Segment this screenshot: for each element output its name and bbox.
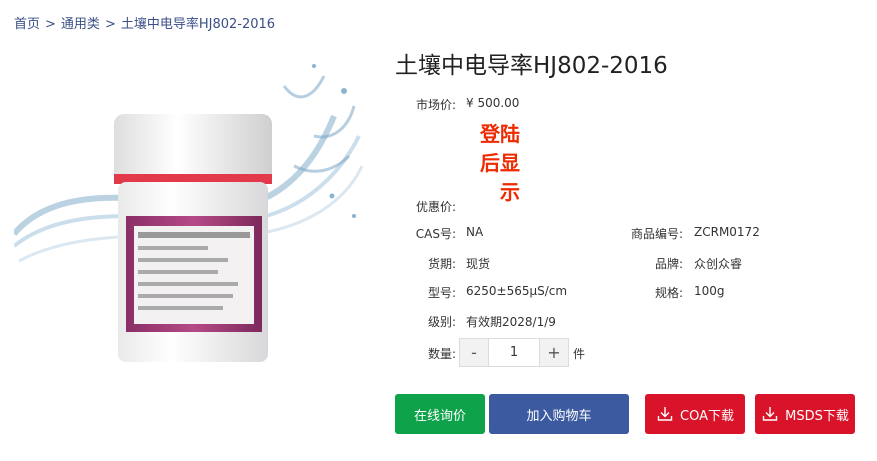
sku-value: ZCRM0172 bbox=[694, 225, 760, 239]
model-label: 型号: bbox=[427, 286, 456, 300]
breadcrumb-separator: > bbox=[104, 17, 116, 32]
breadcrumb-category[interactable]: 通用类 bbox=[61, 17, 100, 32]
quantity-increase-button[interactable]: + bbox=[540, 339, 568, 366]
sku-label: 商品编号: bbox=[630, 227, 683, 241]
download-icon bbox=[762, 407, 778, 421]
cas-label: CAS号: bbox=[415, 227, 456, 241]
quantity-unit: 件 bbox=[573, 347, 586, 361]
breadcrumb-home[interactable]: 首页 bbox=[14, 17, 40, 32]
grade-label: 级别: bbox=[427, 315, 456, 329]
grade-value: 有效期2028/1/9 bbox=[466, 315, 556, 329]
quantity-label: 数量: bbox=[427, 347, 456, 361]
discount-price-label: 优惠价: bbox=[415, 200, 456, 214]
coa-download-button[interactable]: COA下载 bbox=[645, 394, 745, 434]
market-price-label: 市场价: bbox=[415, 98, 456, 112]
breadcrumb-current[interactable]: 土壤中电导率HJ802-2016 bbox=[121, 17, 275, 32]
cas-value: NA bbox=[466, 225, 484, 239]
msds-download-button[interactable]: MSDS下载 bbox=[755, 394, 855, 434]
download-icon bbox=[657, 407, 673, 421]
online-inquiry-label: 在线询价 bbox=[413, 408, 466, 424]
brand-value: 众创众睿 bbox=[694, 257, 743, 271]
stock-label: 货期: bbox=[427, 257, 456, 271]
login-to-view-note: 登陆后显示 bbox=[480, 122, 520, 204]
breadcrumb-separator: > bbox=[45, 17, 56, 32]
spec-value: 100g bbox=[694, 284, 725, 298]
quantity-decrease-button[interactable]: - bbox=[460, 339, 488, 366]
market-price: ¥ 500.00 bbox=[466, 96, 520, 110]
product-title: 土壤中电导率HJ802-2016 bbox=[395, 53, 668, 79]
spec-label: 规格: bbox=[654, 286, 683, 300]
msds-download-label: MSDS下载 bbox=[785, 408, 849, 424]
quantity-input[interactable] bbox=[488, 339, 540, 366]
add-to-cart-button[interactable]: 加入购物车 bbox=[489, 394, 629, 434]
add-to-cart-label: 加入购物车 bbox=[526, 408, 592, 424]
breadcrumb: 首页 > 通用类 > 土壤中电导率HJ802-2016 bbox=[14, 13, 275, 32]
online-inquiry-button[interactable]: 在线询价 bbox=[395, 394, 485, 434]
coa-download-label: COA下载 bbox=[680, 408, 734, 424]
product-image bbox=[14, 64, 364, 362]
model-value: 6250±565μS/cm bbox=[466, 284, 568, 298]
brand-label: 品牌: bbox=[654, 257, 683, 271]
stock-value: 现货 bbox=[466, 257, 491, 271]
quantity-stepper: - + bbox=[459, 338, 569, 367]
